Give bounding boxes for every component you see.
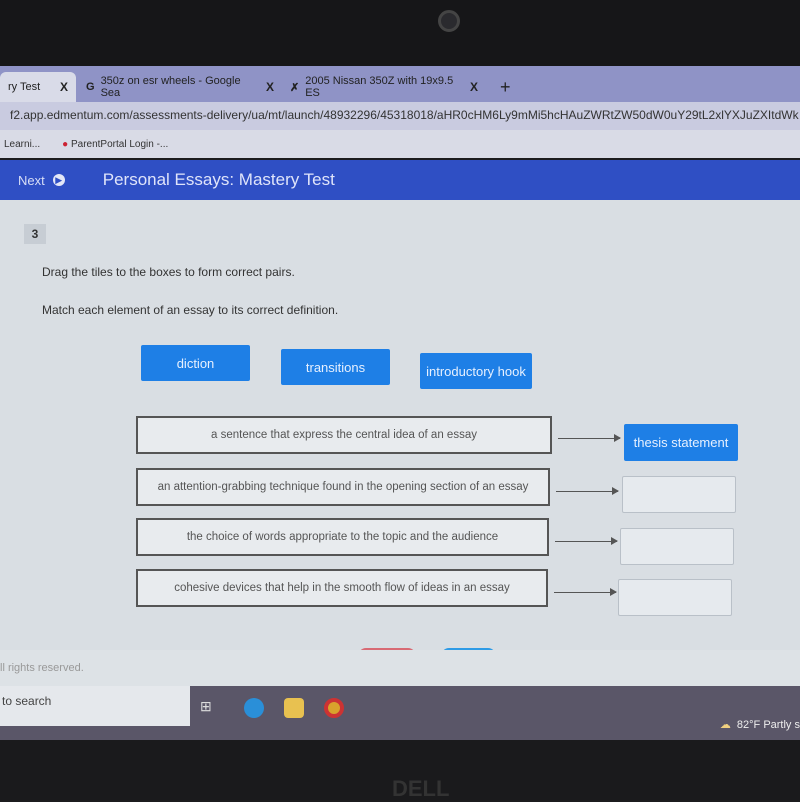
arrow-icon [558, 434, 621, 442]
webcam [438, 10, 460, 32]
taskbar-search[interactable]: to search [0, 686, 190, 726]
taskbar: to search ⊞ ☁ 82°F Partly s [0, 686, 800, 740]
monitor-bezel [0, 0, 800, 66]
address-bar[interactable]: f2.app.edmentum.com/assessments-delivery… [0, 102, 800, 130]
site-icon: ✗ [290, 81, 300, 94]
answer-tile-thesis-statement[interactable]: thesis statement [624, 424, 738, 461]
tab-bar: ry Test X G 350z on esr wheels - Google Se… [0, 66, 800, 102]
chrome-icon[interactable] [324, 698, 344, 718]
next-label: Next [18, 172, 45, 188]
bookmark-parentportal[interactable]: ● ParentPortal Login -... [62, 139, 168, 150]
google-icon: G [86, 81, 95, 93]
next-button[interactable]: Next ▶ [18, 173, 65, 188]
dell-logo: DELL [392, 776, 450, 801]
apple-icon: ● [62, 138, 69, 150]
task-view-icon[interactable]: ⊞ [200, 698, 220, 718]
arrow-icon [554, 588, 617, 596]
tab-mastery-test[interactable]: ry Test X [0, 72, 76, 102]
close-icon[interactable]: X [266, 80, 274, 94]
tile-introductory-hook[interactable]: introductory hook [420, 353, 532, 389]
definition-2: an attention-grabbing technique found in… [136, 468, 550, 506]
instruction-drag: Drag the tiles to the boxes to form corr… [42, 265, 295, 279]
arrow-icon [556, 487, 619, 495]
tab-label: 350z on esr wheels - Google Sea [100, 75, 241, 99]
weather-text: 82°F Partly s [736, 718, 800, 731]
arrow-right-icon: ▶ [52, 174, 65, 186]
definition-3: the choice of words appropriate to the t… [136, 518, 549, 556]
weather-widget[interactable]: ☁ 82°F Partly s [719, 718, 800, 732]
tab-label: ry Test [8, 81, 41, 93]
tab-nissan[interactable]: ✗ 2005 Nissan 350Z with 19x9.5 ES X [282, 72, 486, 102]
bookmark-label: ParentPortal Login -... [70, 138, 169, 150]
page-title: Personal Essays: Mastery Test [102, 170, 335, 189]
edge-icon[interactable] [244, 698, 264, 718]
drop-box-4[interactable] [618, 579, 732, 616]
close-icon[interactable]: X [60, 80, 68, 94]
bookmark-learning[interactable]: Learni... [4, 139, 40, 150]
tab-label: 2005 Nissan 350Z with 19x9.5 ES [305, 75, 454, 99]
instruction-match: Match each element of an essay to its co… [42, 303, 339, 317]
drop-box-3[interactable] [620, 528, 734, 565]
bookmarks-bar: Learni... ● ParentPortal Login -... [0, 130, 800, 158]
drop-box-2[interactable] [622, 476, 736, 513]
close-icon[interactable]: X [470, 80, 478, 94]
footer: ll rights reserved. [0, 650, 800, 686]
file-explorer-icon[interactable] [284, 698, 304, 718]
new-tab-button[interactable]: + [492, 72, 519, 102]
tab-google[interactable]: G 350z on esr wheels - Google Sea X [78, 72, 282, 102]
tile-transitions[interactable]: transitions [281, 349, 390, 385]
question-number: 3 [24, 224, 46, 244]
definition-1: a sentence that express the central idea… [136, 416, 552, 454]
tile-diction[interactable]: diction [141, 345, 250, 381]
arrow-icon [555, 537, 618, 545]
copyright: ll rights reserved. [0, 662, 84, 674]
weather-icon: ☁ [719, 719, 731, 731]
definition-4: cohesive devices that help in the smooth… [136, 569, 548, 607]
test-header: Next ▶ Personal Essays: Mastery Test [0, 160, 800, 200]
